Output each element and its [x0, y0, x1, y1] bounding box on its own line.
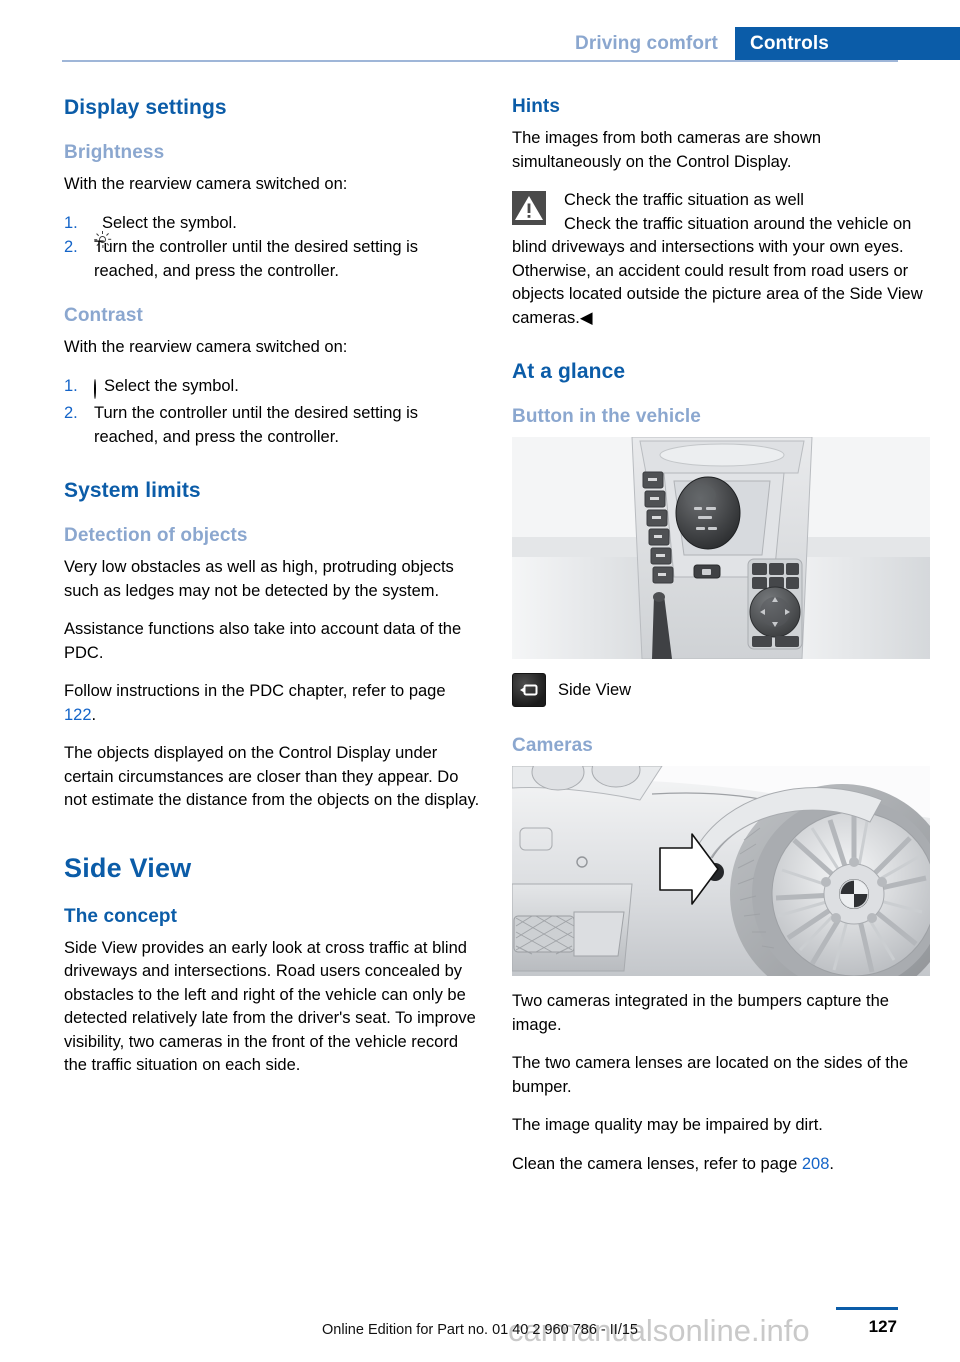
clean-ref-suffix: .	[829, 1154, 834, 1173]
page-title: Display settings	[64, 96, 227, 119]
contrast-intro: With the rearview camera switched on:	[64, 338, 348, 356]
warning-body: Check the traffic situation around the v…	[512, 213, 930, 331]
heading-contrast: Contrast	[64, 305, 143, 326]
side-view-button-caption: Side View	[512, 673, 930, 707]
front-camera-figure	[512, 766, 930, 976]
detection-paragraph-1: Very low obstacles as well as high, prot…	[64, 558, 454, 600]
page-number-rule	[836, 1307, 898, 1310]
warning-body-text: Check the traffic situation around the v…	[512, 214, 923, 327]
heading-side-view: Side View	[64, 852, 192, 883]
page-link-208[interactable]: 208	[802, 1155, 830, 1173]
heading-button-in-the-vehicle: Button in the vehicle	[512, 406, 701, 427]
page-link-122[interactable]: 122	[64, 706, 92, 724]
heading-brightness: Brightness	[64, 142, 165, 163]
list-item: 2. Turn the controller until the desired…	[64, 402, 482, 449]
concept-paragraph: Side View provides an early look at cros…	[64, 938, 476, 1075]
step-text: Turn the controller until the desired se…	[94, 238, 419, 280]
step-text: Select the symbol.	[104, 376, 239, 395]
pdc-page-reference: Follow instructions in the PDC chapter, …	[64, 680, 482, 727]
header-chapter-title: Driving comfort	[575, 33, 718, 54]
step-number: 1.	[64, 376, 78, 395]
left-column: Display settings Brightness With the rea…	[64, 96, 482, 1093]
step-text: Select the symbol.	[102, 213, 237, 232]
header-divider	[62, 60, 898, 62]
heading-system-limits: System limits	[64, 479, 201, 502]
list-item: 2. Turn the controller until the desired…	[64, 236, 482, 283]
heading-at-a-glance: At a glance	[512, 360, 626, 383]
pdc-ref-prefix: Follow instructions in the PDC chapter, …	[64, 682, 446, 700]
heading-cameras: Cameras	[512, 735, 593, 756]
warning-triangle-icon	[512, 191, 546, 225]
center-console-figure	[512, 437, 930, 659]
warning-block: Check the traffic situation as well Chec…	[512, 189, 930, 330]
header-section-title: Controls	[750, 33, 829, 54]
step-number: 2.	[64, 238, 78, 256]
step-number: 1.	[64, 213, 78, 232]
cameras-paragraph-2: The two camera lenses are located on the…	[512, 1054, 909, 1096]
page-header: Driving comfort Controls	[0, 0, 960, 62]
contrast-steps: 1. Select the symbol. 2. Turn the contro…	[64, 375, 482, 450]
detection-closing-paragraph: The objects displayed on the Control Dis…	[64, 744, 480, 809]
heading-the-concept: The concept	[64, 905, 178, 927]
step-text: Turn the controller until the desired se…	[94, 404, 419, 446]
cameras-paragraph-3: The image quality may be impaired by dir…	[512, 1116, 823, 1134]
cameras-paragraph-1: Two cameras integrated in the bumpers ca…	[512, 992, 889, 1034]
pdc-ref-suffix: .	[91, 705, 97, 724]
brightness-steps: 1. Select the symbol. 2. Turn the contro…	[64, 212, 482, 284]
heading-detection-of-objects: Detection of objects	[64, 525, 248, 546]
clean-lenses-reference: Clean the camera lenses, refer to page 2…	[512, 1153, 930, 1177]
warning-title: Check the traffic situation as well	[564, 191, 804, 209]
contrast-icon	[94, 378, 96, 402]
side-view-button-label: Side View	[558, 680, 632, 699]
step-number: 2.	[64, 404, 78, 422]
footer-edition-note: Online Edition for Part no. 01 40 2 960 …	[322, 1322, 638, 1338]
brightness-intro: With the rearview camera switched on:	[64, 175, 348, 193]
right-column: Hints The images from both cameras are s…	[512, 96, 930, 1191]
hints-intro: The images from both cameras are shown s…	[512, 129, 822, 171]
side-view-camera-icon	[512, 673, 546, 707]
detection-paragraph-2: Assistance functions also take into acco…	[64, 620, 462, 662]
list-item: 1. Select the symbol.	[64, 212, 482, 248]
heading-hints: Hints	[512, 96, 560, 117]
list-item: 1. Select the symbol.	[64, 375, 482, 402]
clean-ref-prefix: Clean the camera lenses, refer to page	[512, 1154, 802, 1173]
